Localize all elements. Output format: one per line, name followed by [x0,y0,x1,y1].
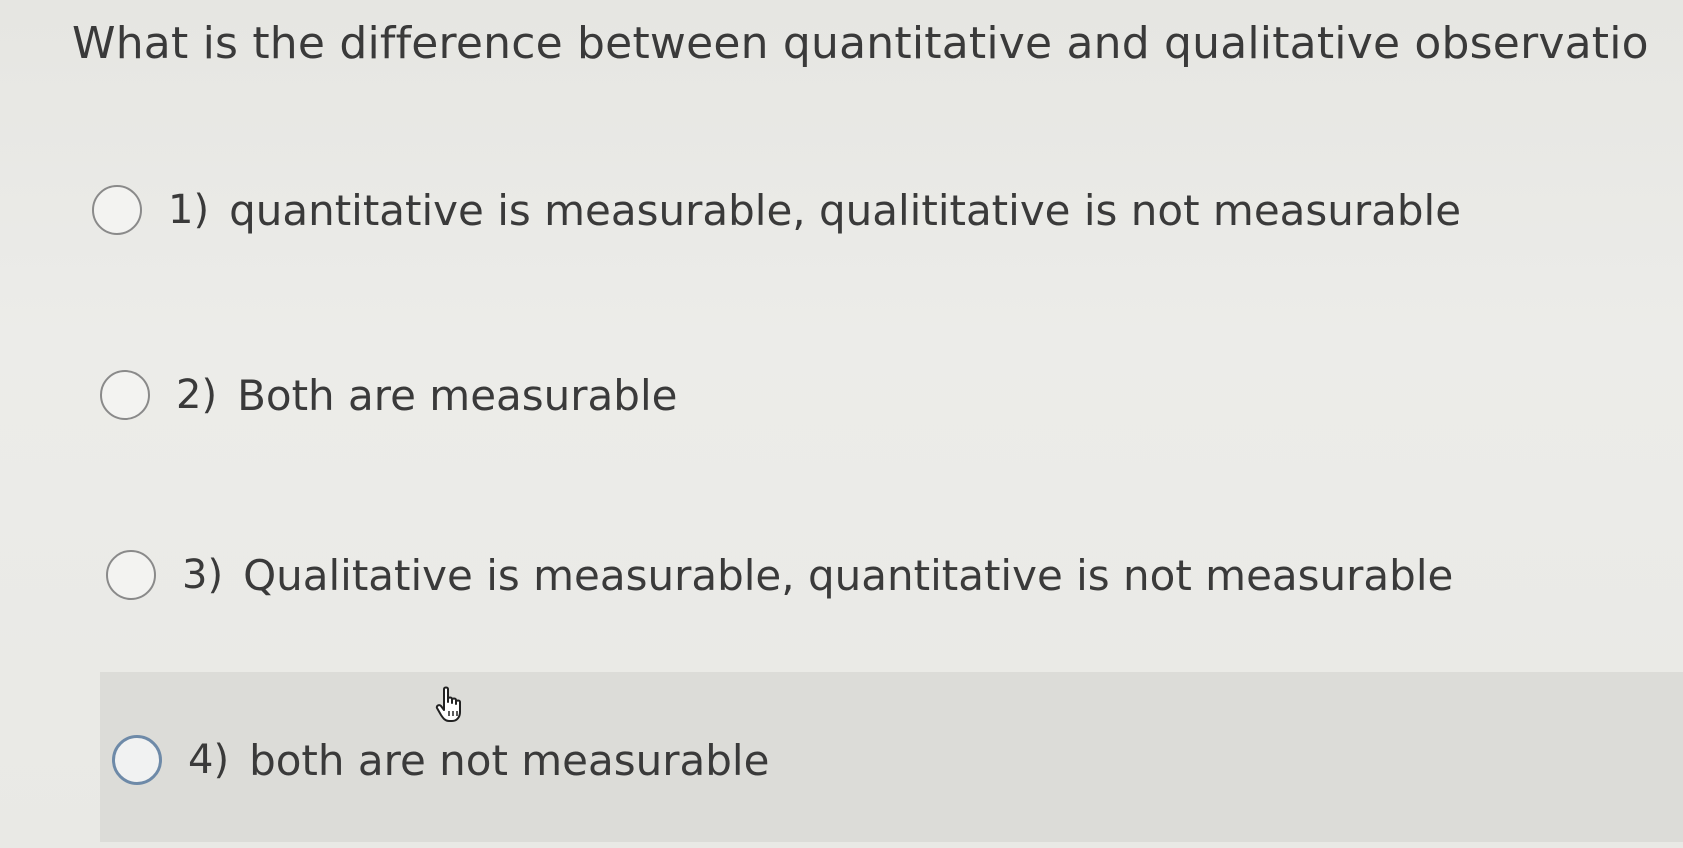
option-number-2: 2) [176,372,218,418]
option-label-4: both are not measurable [249,735,770,785]
hand-pointer-icon [435,686,461,722]
answer-option-1[interactable]: 1) quantitative is measurable, qualitita… [92,165,1461,255]
answer-option-2[interactable]: 2) Both are measurable [100,350,677,440]
answer-option-4[interactable]: 4) both are not measurable [112,715,769,805]
radio-button-4[interactable] [112,735,162,785]
option-number-3: 3) [182,552,224,598]
option-number-4: 4) [188,737,230,783]
question-text: What is the difference between quantitat… [72,18,1649,69]
option-label-3: Qualitative is measurable, quantitative … [243,550,1454,600]
option-label-1: quantitative is measurable, qualititativ… [229,185,1462,235]
radio-button-2[interactable] [100,370,150,420]
option-label-2: Both are measurable [237,370,678,420]
option-number-1: 1) [168,187,210,233]
answer-option-3[interactable]: 3) Qualitative is measurable, quantitati… [106,530,1453,620]
radio-button-3[interactable] [106,550,156,600]
radio-button-1[interactable] [92,185,142,235]
quiz-page: What is the difference between quantitat… [0,0,1683,848]
